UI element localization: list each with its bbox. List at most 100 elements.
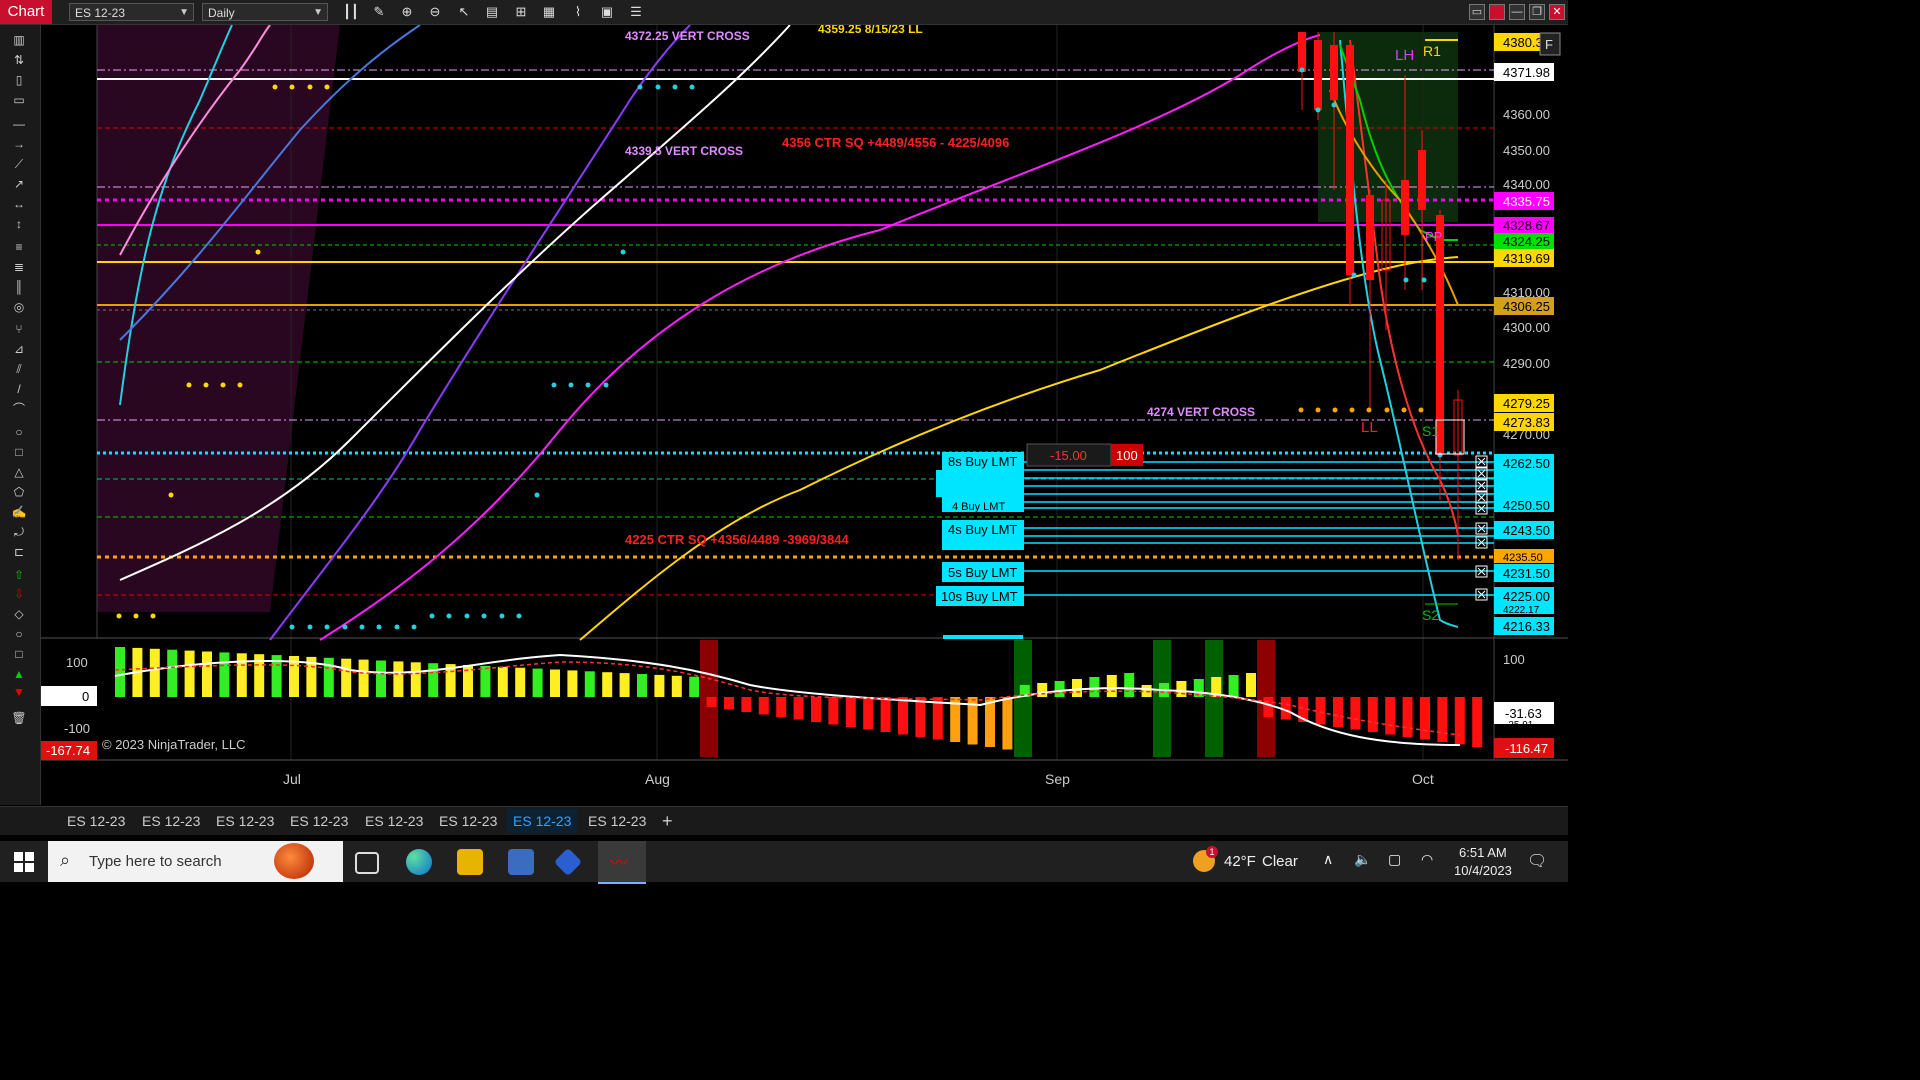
arrow-up-icon[interactable]: ⇧	[10, 568, 28, 582]
osc-bar	[584, 671, 595, 697]
interval-select[interactable]: Daily ▼	[202, 3, 328, 21]
rectangle-icon[interactable]: □	[10, 445, 28, 459]
file-explorer-icon[interactable]	[457, 849, 483, 875]
osc-bar	[880, 697, 891, 732]
fib-extension-icon[interactable]: ≣	[10, 260, 28, 274]
f-badge[interactable]: F	[1545, 37, 1553, 52]
bar-type-icon[interactable]: ┃┃	[342, 3, 360, 21]
gann-fan-icon[interactable]: ⊿	[10, 342, 28, 356]
media-app-icon[interactable]	[553, 847, 583, 877]
chart-tab[interactable]: ES 12-23	[284, 809, 354, 833]
path-icon[interactable]: ⤾	[10, 525, 28, 539]
instrument-select[interactable]: ES 12-23 ▼	[69, 3, 194, 21]
weather-condition[interactable]: Clear	[1262, 853, 1298, 870]
price-flag: 4250.50	[1503, 498, 1550, 513]
calculator-icon[interactable]	[508, 849, 534, 875]
chart-tab-active[interactable]: ES 12-23	[507, 809, 578, 833]
risk-reward-icon[interactable]: ⇅	[10, 53, 28, 67]
zoom-out-icon[interactable]: ⊖	[426, 3, 444, 21]
fib-retracement-icon[interactable]: ≡	[10, 240, 28, 254]
window-btn-1[interactable]: ▭	[1469, 4, 1485, 20]
region-icon[interactable]: ▭	[10, 93, 28, 107]
osc-bar	[341, 658, 352, 697]
trash-icon[interactable]: 🗑	[10, 711, 28, 725]
maximize-button[interactable]: ❐	[1529, 4, 1545, 20]
chart-tab[interactable]: ES 12-23	[136, 809, 206, 833]
data-box-icon[interactable]: ▤	[483, 3, 501, 21]
triangle-up-icon[interactable]: ▲	[10, 667, 28, 681]
task-view-icon[interactable]	[355, 852, 379, 874]
time-cycles-icon[interactable]: ⊏	[10, 545, 28, 559]
price-range-icon[interactable]: ▯	[10, 73, 28, 87]
wifi-icon[interactable]: ◠	[1421, 851, 1433, 868]
osc-bar	[236, 653, 247, 697]
ll-label: LL	[1361, 419, 1378, 436]
close-button[interactable]: ✕	[1549, 4, 1565, 20]
osc-bar	[637, 674, 647, 697]
ruler-icon[interactable]: ▥	[10, 33, 28, 47]
extended-line-icon[interactable]: ⟋	[10, 157, 28, 171]
chart-tab[interactable]: ES 12-23	[61, 809, 131, 833]
speaker-icon[interactable]: 🔈	[1354, 851, 1371, 868]
add-tab-button[interactable]: +	[656, 809, 679, 833]
clock-date[interactable]: 10/4/2023	[1454, 863, 1512, 878]
vertical-line-icon[interactable]: ↕	[10, 217, 28, 231]
search-highlight-icon	[274, 843, 314, 879]
triangle-icon[interactable]: △	[10, 465, 28, 479]
chart-tab[interactable]: ES 12-23	[582, 809, 652, 833]
chart-tab[interactable]: ES 12-23	[359, 809, 429, 833]
osc-bar	[619, 673, 630, 697]
ctr-sq-label-1: 4356 CTR SQ +4489/4556 - 4225/4096	[782, 135, 1009, 150]
chart-area[interactable]: 4372.25 VERT CROSS 4359.25 8/15/23 LL 43…	[41, 22, 1568, 806]
fib-time-icon[interactable]: ║	[10, 280, 28, 294]
ninjatrader-icon[interactable]: 〰	[598, 841, 646, 884]
horizontal-line-icon[interactable]: ↔	[10, 197, 28, 211]
dot-icon[interactable]: ○	[10, 627, 28, 641]
osc-bar	[741, 697, 752, 712]
edge-icon[interactable]	[406, 849, 432, 875]
line-icon[interactable]: ―	[10, 117, 28, 131]
chevron-up-icon[interactable]: ∧	[1323, 851, 1333, 868]
polygon-icon[interactable]: ⬠	[10, 485, 28, 499]
drawing-tools-icon[interactable]: ✎	[370, 3, 388, 21]
trend-channel-icon[interactable]: /	[10, 382, 28, 396]
search-box[interactable]: ⌕ Type here to search	[48, 841, 343, 882]
strategies-icon[interactable]: ▣	[598, 3, 616, 21]
arc-icon[interactable]: ⌒	[10, 402, 28, 416]
arrow-line-icon[interactable]: ↗	[10, 177, 28, 191]
ray-icon[interactable]: →	[10, 137, 28, 151]
triangle-down-icon[interactable]: ▼	[10, 685, 28, 699]
osc-bar	[1420, 697, 1430, 740]
minimize-button[interactable]: —	[1509, 4, 1525, 20]
notifications-icon[interactable]: 🗨	[1527, 851, 1547, 871]
arrow-down-icon[interactable]: ⇩	[10, 587, 28, 601]
link-color-icon[interactable]: ■	[1489, 4, 1505, 20]
pointer-icon[interactable]: ↖	[455, 3, 473, 21]
price-flag: 4371.98	[1503, 65, 1550, 80]
osc-bar	[758, 697, 769, 715]
osc-bar	[480, 665, 491, 697]
indicators-icon[interactable]: ⌇	[569, 3, 587, 21]
interval-value: Daily	[208, 6, 235, 20]
clock-time[interactable]: 6:51 AM	[1459, 845, 1507, 860]
chart-tab[interactable]: ES 12-23	[433, 809, 503, 833]
diamond-icon[interactable]: ◇	[10, 607, 28, 621]
time-tick: Oct	[1412, 771, 1434, 787]
order-label: 4 Buy LMT	[952, 501, 1005, 513]
andrews-pitchfork-icon[interactable]: ⑂	[10, 322, 28, 336]
osc-bar	[1402, 697, 1413, 737]
chart-tab[interactable]: ES 12-23	[210, 809, 280, 833]
fib-circle-icon[interactable]: ◎	[10, 300, 28, 314]
properties-icon[interactable]: ▦	[540, 3, 558, 21]
ellipse-icon[interactable]: ○	[10, 425, 28, 439]
templates-icon[interactable]: ☰	[627, 3, 645, 21]
zoom-in-icon[interactable]: ⊕	[398, 3, 416, 21]
chart-trader-icon[interactable]: ⊞	[512, 3, 530, 21]
price-flag: 4306.25	[1503, 299, 1550, 314]
text-icon[interactable]: ✍	[10, 505, 28, 519]
square-icon[interactable]: □	[10, 647, 28, 661]
regression-channel-icon[interactable]: ⫽	[10, 362, 28, 376]
windows-start-icon[interactable]	[14, 852, 34, 872]
weather-temp[interactable]: 42°F	[1224, 853, 1256, 870]
display-icon[interactable]: ▢	[1388, 851, 1401, 868]
